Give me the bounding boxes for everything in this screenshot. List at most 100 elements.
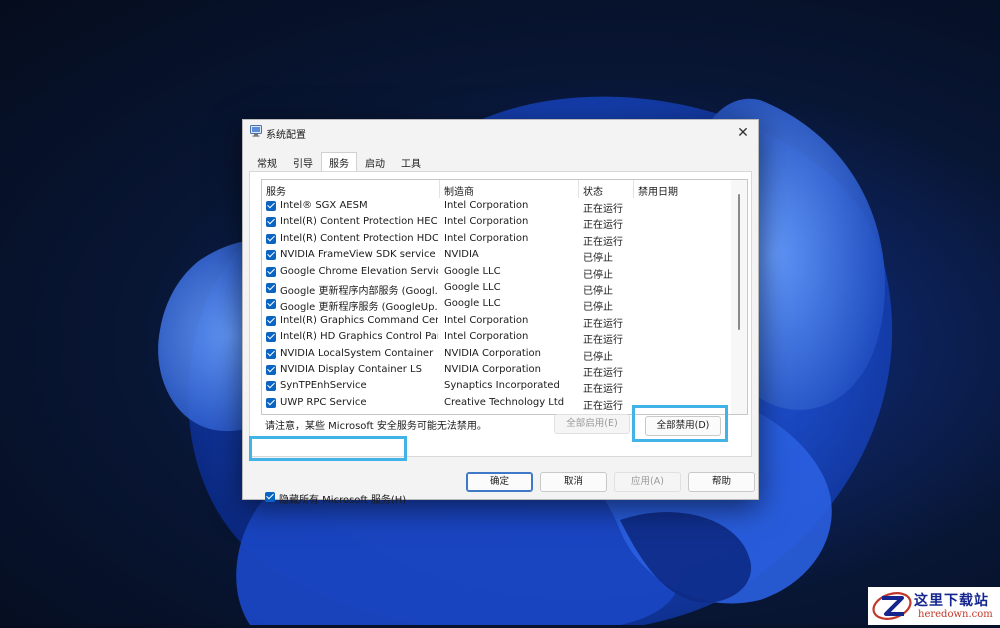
watermark-name: 这里下载站 bbox=[914, 593, 989, 609]
service-checkbox[interactable] bbox=[266, 332, 276, 343]
services-panel: 服务 制造商 状态 禁用日期 Intel® SGX AESM Intel Corp… bbox=[249, 171, 752, 506]
watermark-logo bbox=[872, 592, 912, 620]
service-status: 已停止 bbox=[583, 351, 613, 363]
service-manufacturer: NVIDIA bbox=[444, 249, 479, 261]
service-status: 正在运行 bbox=[583, 367, 623, 379]
service-status: 已停止 bbox=[583, 253, 613, 265]
watermark-url: heredown.com bbox=[918, 609, 993, 620]
table-row[interactable]: Intel(R) HD Graphics Control Pan... Intel… bbox=[262, 329, 732, 347]
service-status: 正在运行 bbox=[583, 400, 623, 412]
table-row[interactable]: NVIDIA Display Container LS NVIDIA Corpor… bbox=[262, 362, 732, 379]
column-divider[interactable] bbox=[633, 180, 634, 198]
service-name: Intel(R) Content Protection HDCP... bbox=[280, 232, 438, 244]
service-name: Intel(R) Graphics Command Cent... bbox=[280, 314, 438, 326]
security-note: 请注意，某些 Microsoft 安全服务可能无法禁用。 bbox=[265, 421, 487, 432]
service-name: Intel® SGX AESM bbox=[280, 200, 368, 211]
cancel-button[interactable]: 取消 bbox=[540, 472, 607, 492]
table-row[interactable]: Intel(R) Content Protection HECI ... Inte… bbox=[262, 214, 732, 232]
tab-startup[interactable]: 启动 bbox=[357, 152, 393, 173]
service-name: Google 更新程序服务 (GoogleUp... bbox=[280, 302, 438, 314]
table-row[interactable]: Google Chrome Elevation Servic... Google … bbox=[262, 264, 732, 281]
tab-services[interactable]: 服务 bbox=[321, 152, 357, 173]
tab-boot[interactable]: 引导 bbox=[285, 152, 321, 173]
service-checkbox[interactable] bbox=[266, 282, 276, 293]
hide-microsoft-services-label: 隐藏所有 Microsoft 服务(H) bbox=[279, 495, 407, 506]
disable-all-highlight-box bbox=[632, 405, 728, 442]
service-checkbox[interactable] bbox=[266, 217, 276, 228]
system-config-dialog: 系统配置 ✕ 常规 引导 服务 启动 工具 服务 制造商 状态 禁用日期 Int… bbox=[242, 119, 759, 506]
checkbox-checked[interactable] bbox=[265, 492, 275, 502]
service-checkbox[interactable] bbox=[266, 299, 276, 310]
service-checkbox[interactable] bbox=[266, 381, 276, 392]
service-checkbox[interactable] bbox=[266, 233, 276, 244]
service-manufacturer: Intel Corporation bbox=[444, 232, 529, 244]
column-divider[interactable] bbox=[439, 180, 440, 198]
table-row[interactable]: Intel® SGX AESM Intel Corporation 正在运行 bbox=[262, 198, 732, 215]
service-status: 正在运行 bbox=[583, 204, 623, 215]
table-row[interactable]: SynTPEnhService Synaptics Incorporated 正在运… bbox=[262, 378, 732, 395]
service-manufacturer: Intel Corporation bbox=[444, 314, 529, 326]
service-manufacturer: Creative Technology Ltd bbox=[444, 396, 565, 408]
vertical-scrollbar[interactable] bbox=[731, 180, 747, 414]
service-status: 正在运行 bbox=[583, 335, 623, 347]
service-checkbox[interactable] bbox=[266, 348, 276, 359]
table-row[interactable]: Intel(R) Content Protection HDCP... Intel… bbox=[262, 231, 732, 248]
service-status: 正在运行 bbox=[583, 318, 623, 330]
service-name: Google Chrome Elevation Servic... bbox=[280, 265, 438, 277]
service-manufacturer: NVIDIA Corporation bbox=[444, 347, 542, 359]
table-row[interactable]: Google 更新程序服务 (GoogleUp... Google LLC 已停止 bbox=[262, 296, 732, 314]
column-divider[interactable] bbox=[578, 180, 579, 198]
service-name: UWP RPC Service bbox=[280, 396, 367, 408]
hide-microsoft-highlight-box bbox=[249, 436, 407, 461]
service-name: Intel(R) Content Protection HECI ... bbox=[280, 216, 438, 228]
service-manufacturer: Intel Corporation bbox=[444, 216, 529, 228]
scrollbar-thumb[interactable] bbox=[738, 194, 740, 330]
close-icon[interactable]: ✕ bbox=[728, 120, 758, 146]
service-status: 正在运行 bbox=[583, 220, 623, 232]
column-header-manufacturer[interactable]: 制造商 bbox=[444, 183, 474, 198]
service-manufacturer: Synaptics Incorporated bbox=[444, 380, 560, 392]
service-checkbox[interactable] bbox=[266, 250, 276, 261]
tab-strip: 常规 引导 服务 启动 工具 bbox=[249, 152, 429, 173]
window-title: 系统配置 bbox=[266, 130, 306, 141]
service-name: NVIDIA Display Container LS bbox=[280, 363, 422, 375]
service-manufacturer: Google LLC bbox=[444, 298, 501, 310]
service-manufacturer: Intel Corporation bbox=[444, 200, 529, 211]
title-bar[interactable]: 系统配置 ✕ bbox=[243, 120, 758, 146]
service-checkbox[interactable] bbox=[266, 364, 276, 375]
services-rows: Intel® SGX AESM Intel Corporation 正在运行 Inte… bbox=[262, 198, 732, 412]
services-list[interactable]: 服务 制造商 状态 禁用日期 Intel® SGX AESM Intel Corp… bbox=[261, 179, 748, 415]
services-list-header: 服务 制造商 状态 禁用日期 bbox=[262, 180, 732, 198]
service-name: SynTPEnhService bbox=[280, 380, 367, 392]
service-manufacturer: Intel Corporation bbox=[444, 331, 529, 343]
service-status: 已停止 bbox=[583, 302, 613, 314]
table-row[interactable]: NVIDIA LocalSystem Container NVIDIA Corpo… bbox=[262, 346, 732, 363]
service-name: NVIDIA LocalSystem Container bbox=[280, 347, 434, 359]
ok-button[interactable]: 确定 bbox=[466, 472, 533, 492]
service-checkbox[interactable] bbox=[266, 315, 276, 326]
service-checkbox[interactable] bbox=[266, 201, 276, 211]
service-status: 已停止 bbox=[583, 269, 613, 281]
help-button[interactable]: 帮助 bbox=[688, 472, 755, 492]
column-header-disable-date[interactable]: 禁用日期 bbox=[638, 183, 678, 198]
tab-tools[interactable]: 工具 bbox=[393, 152, 429, 173]
service-checkbox[interactable] bbox=[266, 397, 276, 408]
table-row[interactable]: Google 更新程序内部服务 (Googl... Google LLC 已停止 bbox=[262, 280, 732, 297]
tab-general[interactable]: 常规 bbox=[249, 152, 285, 173]
service-manufacturer: NVIDIA Corporation bbox=[444, 363, 542, 375]
service-name: Intel(R) HD Graphics Control Pan... bbox=[280, 331, 438, 343]
site-watermark: 这里下载站 heredown.com bbox=[868, 587, 1000, 625]
service-manufacturer: Google LLC bbox=[444, 265, 501, 277]
service-status: 正在运行 bbox=[583, 236, 623, 248]
service-status: 已停止 bbox=[583, 285, 613, 297]
service-name: NVIDIA FrameView SDK service bbox=[280, 249, 436, 261]
table-row[interactable]: Intel(R) Graphics Command Cent... Intel C… bbox=[262, 313, 732, 330]
column-header-service[interactable]: 服务 bbox=[266, 183, 286, 198]
enable-all-button[interactable]: 全部启用(E) bbox=[554, 414, 630, 434]
msconfig-app-icon bbox=[250, 125, 262, 137]
service-manufacturer: Google LLC bbox=[444, 281, 501, 293]
table-row[interactable]: NVIDIA FrameView SDK service NVIDIA 已停止 bbox=[262, 247, 732, 265]
apply-button[interactable]: 应用(A) bbox=[614, 472, 681, 492]
service-checkbox[interactable] bbox=[266, 266, 276, 277]
column-header-status[interactable]: 状态 bbox=[583, 183, 603, 198]
